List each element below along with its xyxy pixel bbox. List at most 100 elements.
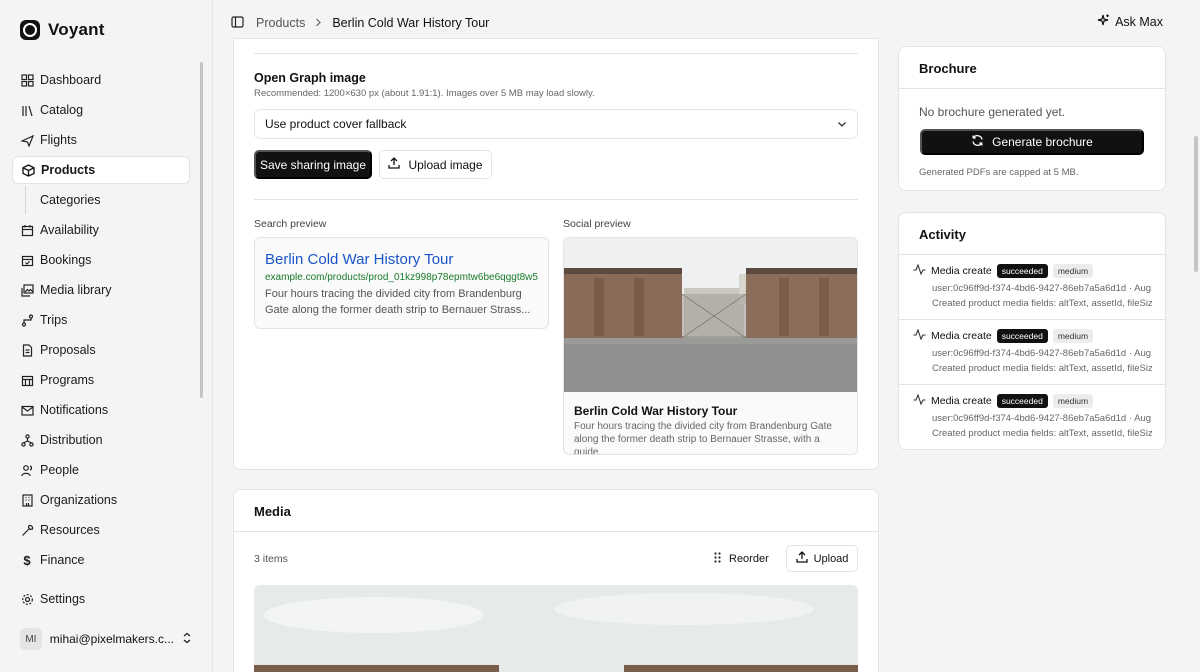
- activity-action: Media create: [931, 395, 992, 407]
- sidebar-item-settings[interactable]: Settings: [12, 585, 190, 613]
- brochure-empty-text: No brochure generated yet.: [919, 105, 1066, 119]
- media-image[interactable]: [254, 585, 858, 672]
- sidebar-item-media-library[interactable]: Media library: [12, 276, 190, 304]
- wrench-icon: [20, 523, 34, 537]
- sidebar-item-label: Trips: [40, 313, 68, 327]
- activity-action: Media create: [931, 330, 992, 342]
- divider: [899, 88, 1165, 89]
- sidebar-item-catalog[interactable]: Catalog: [12, 96, 190, 124]
- sidebar-nav: Dashboard Catalog Flights Products Categ…: [12, 66, 190, 576]
- images-icon: [20, 283, 34, 297]
- activity-pulse-icon: [913, 263, 926, 278]
- media-upload-button[interactable]: Upload: [786, 545, 858, 572]
- user-menu[interactable]: MI mihai@pixelmakers.c...: [20, 626, 192, 652]
- sidebar-item-distribution[interactable]: Distribution: [12, 426, 190, 454]
- reorder-button[interactable]: Reorder: [714, 552, 769, 566]
- upload-icon: [795, 551, 808, 566]
- brochure-card: Brochure No brochure generated yet. Gene…: [898, 46, 1166, 191]
- divider: [254, 199, 858, 200]
- activity-item[interactable]: Media create succeeded medium user:0c96f…: [899, 320, 1165, 385]
- activity-title: Activity: [919, 227, 966, 242]
- sidebar-scrollbar[interactable]: [200, 62, 203, 398]
- status-badge: succeeded: [996, 394, 1048, 408]
- sidebar-item-label: Programs: [40, 373, 95, 387]
- social-preview: Berlin Cold War History Tour Four hours …: [563, 237, 858, 455]
- sidebar-item-products[interactable]: Products: [12, 156, 190, 184]
- sidebar-item-label: Bookings: [40, 253, 92, 267]
- sidebar-item-categories[interactable]: Categories: [12, 186, 190, 214]
- og-source-value: Use product cover fallback: [265, 117, 407, 131]
- og-source-select[interactable]: Use product cover fallback: [254, 109, 858, 139]
- calendar-grid-icon: [20, 373, 34, 387]
- breadcrumb: Products Berlin Cold War History Tour: [256, 16, 489, 30]
- breadcrumb-products[interactable]: Products: [256, 16, 305, 30]
- save-sharing-image-button[interactable]: Save sharing image: [254, 150, 372, 179]
- sidebar-item-label: Flights: [40, 133, 77, 147]
- activity-item[interactable]: Media create succeeded medium user:0c96f…: [899, 385, 1165, 450]
- social-preview-label: Social preview: [563, 218, 631, 230]
- sidebar-item-organizations[interactable]: Organizations: [12, 486, 190, 514]
- media-item-count: 3 items: [254, 553, 288, 565]
- sidebar-item-notifications[interactable]: Notifications: [12, 396, 190, 424]
- social-preview-description: Four hours tracing the divided city from…: [574, 421, 832, 455]
- activity-user: user:0c96ff9d-f374-4bd6-9427-86eb7a5a6d1…: [932, 283, 1152, 294]
- brochure-cap-note: Generated PDFs are capped at 5 MB.: [919, 167, 1079, 178]
- gear-icon: [20, 592, 34, 606]
- sidebar-item-label: Organizations: [40, 493, 118, 507]
- sidebar-item-finance[interactable]: $ Finance: [12, 546, 190, 574]
- sidebar-item-resources[interactable]: Resources: [12, 516, 190, 544]
- ask-max-button[interactable]: Ask Max: [1097, 14, 1163, 30]
- sidebar: Voyant Dashboard Catalog Flights Product…: [0, 0, 212, 672]
- sidebar-item-trips[interactable]: Trips: [12, 306, 190, 334]
- chevron-down-icon: [837, 118, 847, 132]
- drag-handle-icon: [714, 552, 721, 566]
- og-hint: Recommended: 1200×630 px (about 1.91:1).…: [254, 88, 595, 99]
- calendar-check-icon: [20, 253, 34, 267]
- brochure-title: Brochure: [919, 61, 977, 76]
- sidebar-item-label: Catalog: [40, 103, 84, 117]
- social-preview-title: Berlin Cold War History Tour: [574, 404, 738, 418]
- sidebar-item-proposals[interactable]: Proposals: [12, 336, 190, 364]
- sidebar-item-availability[interactable]: Availability: [12, 216, 190, 244]
- social-preview-image: [564, 238, 857, 392]
- sidebar-item-people[interactable]: People: [12, 456, 190, 484]
- file-icon: [20, 343, 34, 357]
- activity-pulse-icon: [913, 328, 926, 343]
- activity-action: Media create: [931, 265, 992, 277]
- package-icon: [21, 163, 35, 177]
- activity-item[interactable]: Media create succeeded medium user:0c96f…: [899, 255, 1165, 320]
- search-preview-title: Berlin Cold War History Tour: [265, 251, 454, 268]
- sidebar-toggle-icon[interactable]: [231, 15, 244, 31]
- search-preview: Berlin Cold War History Tour example.com…: [254, 237, 549, 329]
- brand[interactable]: Voyant: [20, 20, 105, 40]
- divider: [254, 53, 858, 54]
- generate-brochure-button[interactable]: Generate brochure: [920, 129, 1144, 155]
- sidebar-item-label: Finance: [40, 553, 85, 567]
- sidebar-item-dashboard[interactable]: Dashboard: [12, 66, 190, 94]
- plane-icon: [20, 133, 34, 147]
- activity-detail: Created product media fields: altText, a…: [932, 363, 1152, 374]
- sidebar-item-label: Products: [41, 163, 96, 177]
- voyant-logo-icon: [20, 20, 40, 40]
- sidebar-item-label: Notifications: [40, 403, 109, 417]
- sparkle-icon: [1097, 14, 1110, 30]
- chevron-up-down-icon: [182, 632, 192, 647]
- sidebar-item-label: Distribution: [40, 433, 103, 447]
- search-preview-description: Four hours tracing the divided city from…: [265, 288, 531, 316]
- status-badge: succeeded: [996, 264, 1048, 278]
- status-badge: succeeded: [996, 329, 1048, 343]
- route-icon: [20, 313, 34, 327]
- upload-image-button[interactable]: Upload image: [379, 150, 492, 179]
- sidebar-item-bookings[interactable]: Bookings: [12, 246, 190, 274]
- people-icon: [20, 463, 34, 477]
- activity-card: Activity Media create succeeded medium u…: [898, 212, 1166, 450]
- sidebar-item-label: Availability: [40, 223, 99, 237]
- page-scrollbar[interactable]: [1194, 136, 1198, 272]
- sidebar-item-flights[interactable]: Flights: [12, 126, 190, 154]
- upload-image-label: Upload image: [408, 157, 483, 172]
- user-email: mihai@pixelmakers.c...: [49, 632, 174, 646]
- activity-detail: Created product media fields: altText, a…: [932, 428, 1152, 439]
- sidebar-item-programs[interactable]: Programs: [12, 366, 190, 394]
- upload-icon: [388, 157, 401, 172]
- breadcrumb-current: Berlin Cold War History Tour: [332, 16, 490, 30]
